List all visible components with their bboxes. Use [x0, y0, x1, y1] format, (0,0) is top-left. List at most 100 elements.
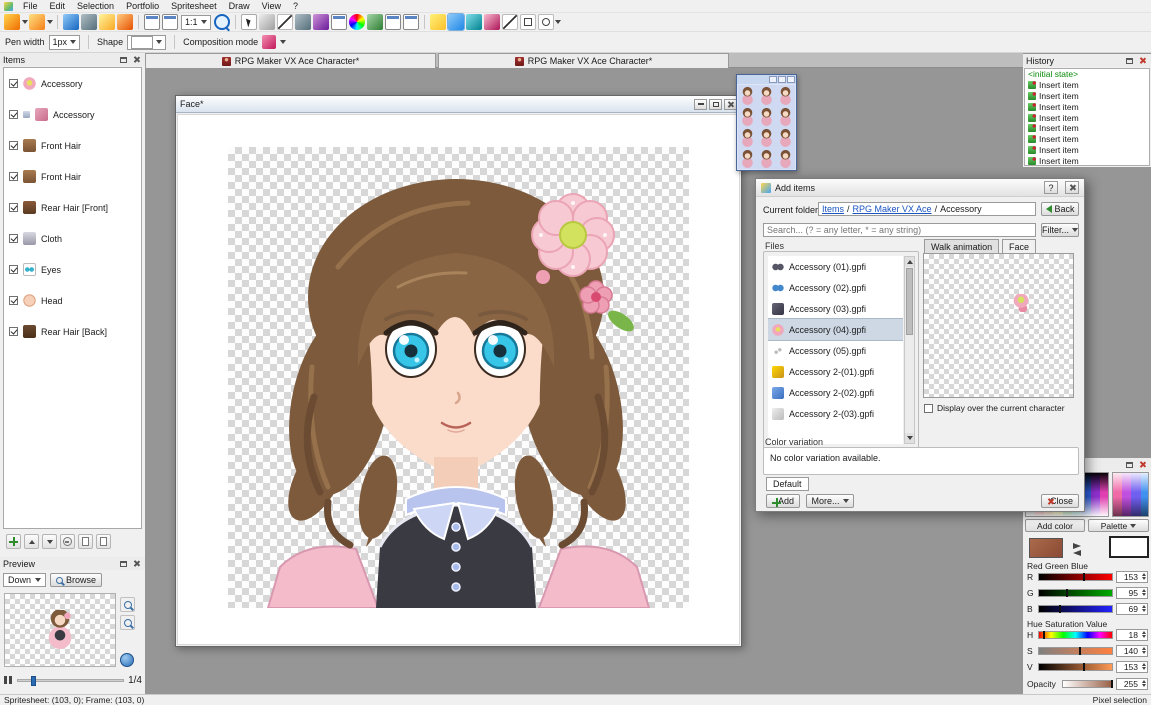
new-dropdown-icon[interactable] [21, 20, 28, 24]
item-visible-checkbox[interactable] [9, 141, 18, 150]
item-visible-checkbox[interactable] [9, 79, 18, 88]
history-entry[interactable]: Insert item [1025, 145, 1149, 156]
back-button[interactable]: Back [1041, 202, 1079, 216]
secondary-color-swatch[interactable] [1109, 536, 1149, 558]
frame-slider-handle[interactable] [31, 676, 36, 686]
document-tab-2[interactable]: RPG Maker VX Ace Character* [438, 53, 729, 68]
item-visible-checkbox[interactable] [9, 110, 18, 119]
red-spinner[interactable]: 153 [1116, 571, 1148, 583]
blue-spinner[interactable]: 69 [1116, 603, 1148, 615]
item-row-head[interactable]: Head [4, 285, 141, 316]
dialog-close-button[interactable] [1065, 181, 1079, 194]
menu-view[interactable]: View [256, 0, 287, 13]
red-slider[interactable] [1038, 573, 1113, 581]
blue-slider[interactable] [1038, 605, 1113, 613]
palette-button[interactable]: Palette [1088, 519, 1149, 532]
green-spinner[interactable]: 95 [1116, 587, 1148, 599]
history-entry[interactable]: Insert item [1025, 91, 1149, 102]
pen-width-spinner[interactable]: 1px [49, 35, 81, 50]
frame-view-icon[interactable] [162, 14, 178, 30]
file-row[interactable]: Accessory (02).gpfi [768, 277, 903, 298]
item-visible-checkbox[interactable] [9, 327, 18, 336]
menu-draw[interactable]: Draw [223, 0, 256, 13]
tab-walk-animation[interactable]: Walk animation [924, 239, 999, 253]
brush-tool-icon[interactable] [448, 14, 464, 30]
preview-zoom-out-button[interactable] [120, 615, 135, 630]
pointer-tool-icon[interactable] [241, 14, 257, 30]
spritesheet-view-icon[interactable] [144, 14, 160, 30]
move-item-down-button[interactable] [42, 534, 57, 549]
breadcrumb-rpgmaker-link[interactable]: RPG Maker VX Ace [853, 204, 932, 214]
primary-color-swatch[interactable] [1029, 538, 1063, 558]
item-row-accessory-1[interactable]: Accessory [4, 68, 141, 99]
history-close-button[interactable] [1137, 56, 1148, 66]
frame-slider[interactable] [17, 679, 124, 682]
save-icon[interactable] [63, 14, 79, 30]
eyedropper-tool-icon[interactable] [484, 14, 500, 30]
close-button[interactable]: Close [1041, 494, 1079, 508]
spritesheet-grid[interactable] [738, 85, 795, 169]
animation-table-icon[interactable] [403, 14, 419, 30]
dialog-help-button[interactable]: ? [1044, 181, 1058, 194]
hue-spinner[interactable]: 18 [1116, 629, 1148, 641]
history-entry[interactable]: Insert item [1025, 80, 1149, 91]
item-properties-button[interactable] [96, 534, 111, 549]
history-entry[interactable]: Insert item [1025, 101, 1149, 112]
history-entry[interactable]: Insert item [1025, 155, 1149, 166]
file-row[interactable]: Accessory (05).gpfi [768, 340, 903, 361]
breadcrumb[interactable]: Items / RPG Maker VX Ace / Accessory [818, 202, 1036, 216]
file-row[interactable]: Accessory 2-(02).gpfi [768, 382, 903, 403]
swap-colors-icon[interactable] [1073, 543, 1081, 556]
shape-tools-dropdown-icon[interactable] [555, 20, 562, 24]
magic-wand-icon[interactable] [313, 14, 329, 30]
hue-slider[interactable] [1038, 631, 1113, 639]
item-visible-checkbox[interactable] [9, 265, 18, 274]
move-tool-icon[interactable] [259, 14, 275, 30]
tab-face[interactable]: Face [1002, 239, 1036, 253]
history-entry[interactable]: Insert item [1025, 123, 1149, 134]
dialog-titlebar[interactable]: Add items ? [756, 179, 1084, 197]
remove-item-button[interactable] [60, 534, 75, 549]
item-row-rear-hair-back[interactable]: Rear Hair [Back] [4, 316, 141, 347]
line-tool-icon[interactable] [502, 14, 518, 30]
face-window-titlebar[interactable]: Face* [176, 96, 741, 113]
items-close-button[interactable] [131, 55, 142, 65]
history-entry-initial[interactable]: <initial state> [1025, 69, 1149, 80]
menu-help[interactable]: ? [287, 0, 304, 13]
add-button[interactable]: Add [766, 494, 800, 508]
item-row-rear-hair-front[interactable]: Rear Hair [Front] [4, 192, 141, 223]
file-row-selected[interactable]: Accessory (04).gpfi [768, 319, 903, 340]
zoom-level-combo[interactable]: 1:1 [181, 15, 211, 30]
spritesheet-window-titlebar[interactable] [737, 75, 796, 84]
add-color-button[interactable]: Add color [1025, 519, 1085, 532]
search-input[interactable] [763, 223, 1036, 237]
more-button[interactable]: More... [806, 494, 854, 508]
shape-select[interactable] [127, 35, 166, 50]
rectangle-tool-icon[interactable] [520, 14, 536, 30]
browse-button[interactable]: Browse [50, 573, 102, 587]
tileset-icon[interactable] [385, 14, 401, 30]
value-slider[interactable] [1038, 663, 1113, 671]
breadcrumb-items-link[interactable]: Items [822, 204, 844, 214]
new-document-icon[interactable] [4, 14, 20, 30]
maximize-button[interactable] [709, 99, 722, 110]
default-variation-chip[interactable]: Default [766, 477, 809, 491]
face-artwork[interactable] [228, 147, 689, 608]
preview-zoom-in-button[interactable] [120, 597, 135, 612]
display-over-checkbox[interactable] [924, 404, 933, 413]
scroll-up-button[interactable] [905, 257, 914, 267]
history-entry[interactable]: Insert item [1025, 112, 1149, 123]
item-row-front-hair-2[interactable]: Front Hair [4, 161, 141, 192]
redo-icon[interactable] [117, 14, 133, 30]
composition-mode-icon[interactable] [262, 35, 276, 49]
item-visible-checkbox[interactable] [9, 172, 18, 181]
file-row[interactable]: Accessory 2-(01).gpfi [768, 361, 903, 382]
item-row-cloth[interactable]: Cloth [4, 223, 141, 254]
add-item-button[interactable] [6, 534, 21, 549]
item-row-front-hair-1[interactable]: Front Hair [4, 130, 141, 161]
pencil-tool-icon[interactable] [430, 14, 446, 30]
spritesheet-maximize-button[interactable] [778, 76, 786, 83]
files-scrollbar[interactable] [904, 256, 915, 444]
face-canvas-area[interactable] [177, 114, 740, 645]
document-tab-1[interactable]: RPG Maker VX Ace Character* [145, 53, 436, 68]
